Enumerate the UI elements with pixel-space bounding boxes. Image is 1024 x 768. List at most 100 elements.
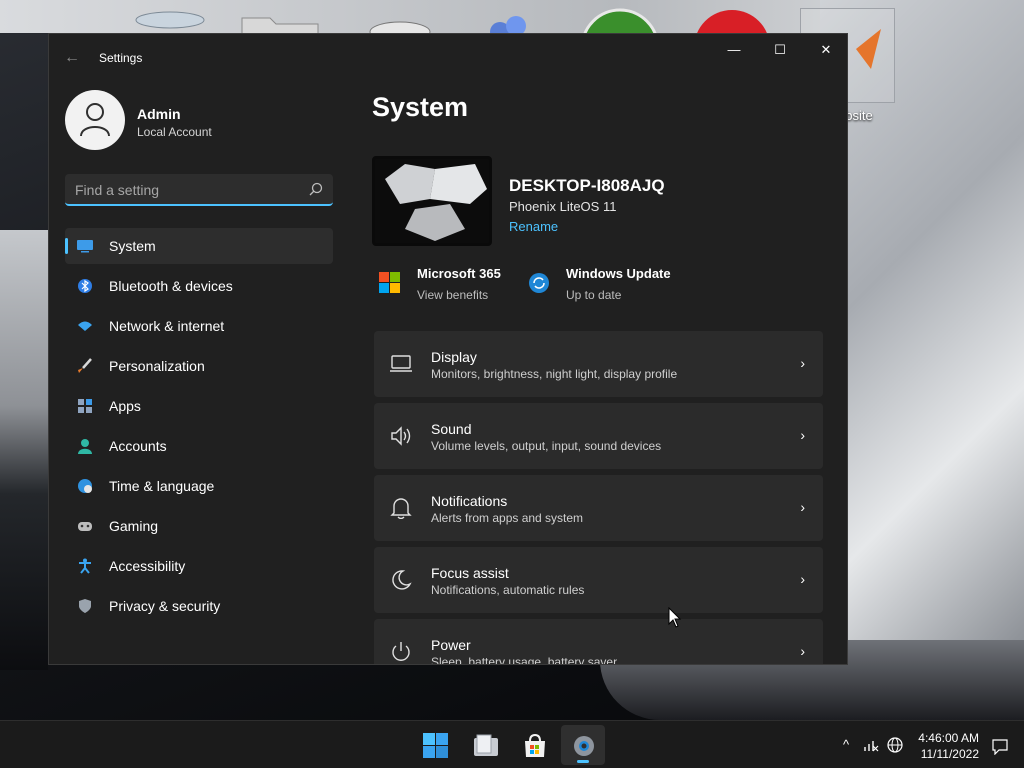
wifi-icon — [78, 321, 92, 331]
window-title: Settings — [99, 51, 143, 65]
sidebar-item-label: Time & language — [109, 478, 215, 494]
device-wallpaper-thumbnail[interactable] — [372, 156, 492, 246]
user-icon — [80, 103, 110, 137]
settings-window: ← Settings — ☐ ✕ Admin Local Account Fin… — [48, 33, 848, 665]
promo-title: Windows Update — [566, 266, 671, 281]
user-profile[interactable]: Admin Local Account — [65, 90, 325, 154]
close-button[interactable]: ✕ — [803, 34, 847, 66]
search-icon[interactable] — [309, 182, 323, 196]
sidebar-item-label: System — [109, 238, 156, 254]
sidebar-nav: System Bluetooth & devices Network & int… — [65, 228, 333, 628]
globe-clock-icon — [78, 479, 92, 493]
card-title: Sound — [431, 421, 472, 437]
sidebar-item-apps[interactable]: Apps — [65, 388, 333, 424]
sidebar-item-label: Accounts — [109, 438, 167, 454]
avatar[interactable] — [65, 90, 125, 150]
sidebar-item-system[interactable]: System — [65, 228, 333, 264]
store-icon — [525, 733, 545, 757]
profile-account-type: Local Account — [137, 125, 212, 139]
microsoft-logo-icon — [379, 272, 400, 293]
brush-icon — [78, 358, 92, 373]
chevron-right-icon: › — [800, 427, 805, 443]
sidebar-item-label: Privacy & security — [109, 598, 221, 614]
apps-icon — [78, 399, 92, 413]
sidebar-item-network[interactable]: Network & internet — [65, 308, 333, 344]
back-button[interactable]: ← — [61, 48, 83, 68]
moon-icon — [392, 570, 412, 590]
promo-title: Microsoft 365 — [417, 266, 501, 281]
monitor-icon — [77, 240, 93, 253]
sync-icon — [529, 273, 549, 293]
focus-assist-card[interactable]: Focus assist Notifications, automatic ru… — [374, 547, 823, 613]
sidebar-item-label: Network & internet — [109, 318, 225, 334]
minimize-button[interactable]: — — [711, 34, 757, 66]
maximize-button[interactable]: ☐ — [757, 34, 803, 66]
system-clock[interactable]: 4:46:00 AM 11/11/2022 — [913, 731, 979, 763]
globe-icon[interactable] — [887, 737, 903, 753]
card-subtitle: Sleep, battery usage, battery saver — [431, 655, 618, 665]
page-title: System — [372, 92, 469, 122]
card-subtitle: Notifications, automatic rules — [431, 583, 585, 597]
file-explorer-icon — [474, 734, 498, 756]
bell-icon — [390, 498, 412, 519]
mouse-cursor-icon — [668, 607, 682, 628]
profile-name: Admin — [137, 106, 181, 122]
sidebar-item-accessibility[interactable]: Accessibility — [65, 548, 333, 584]
notifications-card[interactable]: Notifications Alerts from apps and syste… — [374, 475, 823, 541]
title-bar[interactable]: ← Settings — ☐ ✕ — [49, 34, 847, 82]
card-subtitle: Volume levels, output, input, sound devi… — [431, 439, 662, 453]
sidebar-item-personalization[interactable]: Personalization — [65, 348, 333, 384]
card-title: Focus assist — [431, 565, 509, 581]
notification-center-icon[interactable] — [992, 739, 1008, 755]
file-explorer-button[interactable] — [463, 725, 507, 765]
sound-card[interactable]: Sound Volume levels, output, input, soun… — [374, 403, 823, 469]
start-icon — [423, 733, 448, 758]
sidebar-item-label: Accessibility — [109, 558, 186, 574]
search-input[interactable]: Find a setting — [65, 174, 333, 206]
settings-icon — [574, 736, 594, 756]
chevron-right-icon: › — [800, 499, 805, 515]
search-placeholder: Find a setting — [75, 182, 160, 198]
microsoft-365-promo[interactable]: Microsoft 365 View benefits — [379, 266, 519, 306]
store-button[interactable] — [512, 725, 556, 765]
power-card[interactable]: Power Sleep, battery usage, battery save… — [374, 619, 823, 665]
sidebar-item-accounts[interactable]: Accounts — [65, 428, 333, 464]
promo-subtitle: Up to date — [566, 288, 622, 302]
windows-update-promo[interactable]: Windows Update Up to date — [528, 266, 698, 306]
display-card[interactable]: Display Monitors, brightness, night ligh… — [374, 331, 823, 397]
card-title: Display — [431, 349, 477, 365]
chevron-right-icon: › — [800, 355, 805, 371]
card-title: Power — [431, 637, 471, 653]
sidebar-item-privacy[interactable]: Privacy & security — [65, 588, 333, 624]
promo-subtitle: View benefits — [417, 288, 489, 302]
device-name: DESKTOP-I808AJQ — [509, 176, 665, 195]
rename-link[interactable]: Rename — [509, 219, 558, 234]
shield-icon — [79, 599, 91, 613]
sidebar-item-gaming[interactable]: Gaming — [65, 508, 333, 544]
chevron-right-icon: › — [800, 643, 805, 659]
show-hidden-icons-chevron-icon[interactable]: ^ — [838, 737, 854, 753]
desktop-wallpaper-left — [0, 230, 48, 670]
accessibility-icon — [79, 558, 91, 574]
clock-date: 11/11/2022 — [920, 747, 979, 761]
card-subtitle: Monitors, brightness, night light, displ… — [431, 367, 678, 381]
laptop-icon — [390, 355, 412, 372]
card-subtitle: Alerts from apps and system — [431, 511, 584, 525]
taskbar: ^ 4:46:00 AM 11/11/2022 — [0, 720, 1024, 768]
chevron-right-icon: › — [800, 571, 805, 587]
settings-taskbar-button[interactable] — [561, 725, 605, 765]
clock-time: 4:46:00 AM — [918, 731, 979, 745]
sidebar-item-bluetooth[interactable]: Bluetooth & devices — [65, 268, 333, 304]
sidebar-item-label: Gaming — [109, 518, 159, 534]
sidebar-item-label: Personalization — [109, 358, 205, 374]
speaker-icon — [391, 426, 411, 446]
sidebar-item-time-language[interactable]: Time & language — [65, 468, 333, 504]
network-disconnected-icon[interactable] — [863, 737, 879, 753]
settings-cards: Display Monitors, brightness, night ligh… — [374, 331, 823, 665]
sidebar-item-label: Apps — [109, 398, 141, 414]
device-os: Phoenix LiteOS 11 — [509, 199, 617, 214]
card-title: Notifications — [431, 493, 508, 509]
power-icon — [392, 642, 410, 661]
controller-icon — [78, 522, 92, 531]
start-button[interactable] — [413, 725, 457, 765]
